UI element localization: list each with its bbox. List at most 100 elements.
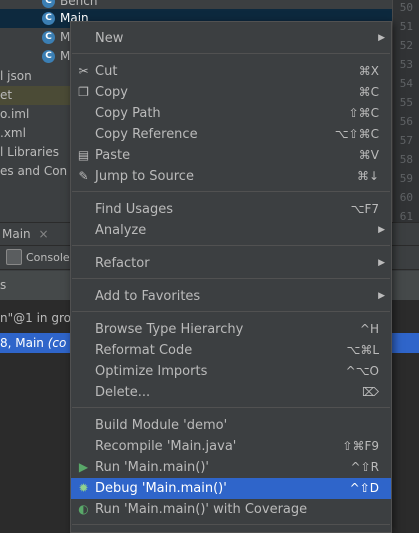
line-number: 58	[399, 153, 413, 166]
console-label: Console	[26, 251, 70, 264]
debug-icon: ✹	[78, 481, 89, 495]
menu-item-shortcut: ^H	[359, 322, 379, 336]
menu-item-shortcut: ⇧⌘C	[348, 106, 379, 120]
submenu-arrow-icon: ▶	[378, 33, 385, 43]
class-icon: C	[42, 31, 55, 44]
menu-separator	[72, 524, 390, 525]
submenu-arrow-icon: ▶	[378, 225, 385, 235]
menu-item-label: Optimize Imports	[95, 364, 208, 379]
menu-item-label: Reformat Code	[95, 343, 193, 358]
close-icon[interactable]: ×	[38, 227, 48, 241]
menu-item-shortcut: ⌥F7	[350, 202, 379, 216]
menu-item-reformat-code[interactable]: Reformat Code ⌥⌘L	[71, 340, 391, 361]
menu-item-shortcut: ⌘V	[358, 148, 379, 162]
class-icon: C	[42, 12, 55, 25]
menu-item-run-main[interactable]: ▶ Run 'Main.main()' ^⇧R	[71, 457, 391, 478]
line-number: 59	[399, 172, 413, 185]
menu-item-shortcut: ^⇧D	[349, 481, 379, 495]
line-number: 52	[399, 39, 413, 52]
tree-item-label: .xml	[0, 126, 26, 140]
menu-item-copy-path[interactable]: Copy Path ⇧⌘C	[71, 103, 391, 124]
menu-item-paste[interactable]: ▤ Paste ⌘V	[71, 145, 391, 166]
scissors-icon: ✂	[78, 64, 89, 78]
menu-item-cut[interactable]: ✂ Cut ⌘X	[71, 61, 391, 82]
tree-item-file[interactable]: .xml	[0, 124, 26, 143]
menu-separator	[72, 53, 390, 54]
menu-item-refactor[interactable]: Refactor ▶	[71, 253, 391, 274]
tree-item-file[interactable]: o.iml	[0, 105, 29, 124]
menu-item-label: Copy	[95, 85, 128, 100]
menu-item-optimize-imports[interactable]: Optimize Imports ^⌥O	[71, 361, 391, 382]
line-number: 55	[399, 96, 413, 109]
menu-item-shortcut: ^⌥O	[345, 364, 379, 378]
menu-item-label: Build Module 'demo'	[95, 418, 228, 433]
menu-item-label: Debug 'Main.main()'	[95, 481, 227, 496]
console-tab[interactable]: Console	[26, 246, 70, 270]
menu-item-label: Refactor	[95, 256, 150, 271]
menu-item-recompile[interactable]: Recompile 'Main.java' ⇧⌘F9	[71, 436, 391, 457]
line-number: 54	[399, 77, 413, 90]
menu-item-label: Copy Path	[95, 106, 161, 121]
menu-item-shortcut: ⌘↓	[356, 169, 379, 183]
menu-item-label: Paste	[95, 148, 131, 163]
menu-item-new[interactable]: New ▶	[71, 28, 391, 49]
frames-header-label: s	[0, 278, 7, 292]
menu-separator	[72, 311, 390, 312]
paste-icon: ▤	[77, 148, 90, 162]
menu-item-shortcut: ⇧⌘F9	[342, 439, 379, 453]
console-icon	[6, 249, 22, 265]
menu-item-delete[interactable]: Delete... ⌦	[71, 382, 391, 403]
menu-item-label: Analyze	[95, 223, 147, 238]
tab-label: Main	[2, 227, 31, 241]
tree-item-scratches[interactable]: es and Con	[0, 162, 67, 181]
menu-item-debug-main[interactable]: ✹ Debug 'Main.main()' ^⇧D	[71, 478, 391, 499]
menu-item-shortcut: ⌥⇧⌘C	[334, 127, 379, 141]
tree-item-label: et	[0, 88, 13, 102]
pencil-icon: ✎	[78, 169, 89, 183]
menu-item-build-module[interactable]: Build Module 'demo'	[71, 415, 391, 436]
tree-item-file[interactable]: l json	[0, 67, 32, 86]
coverage-icon: ◐	[78, 502, 89, 516]
menu-item-label: Find Usages	[95, 202, 174, 217]
menu-separator	[72, 245, 390, 246]
line-number: 60	[399, 191, 413, 204]
tree-item-file[interactable]: et	[0, 86, 70, 105]
menu-item-label: Copy Reference	[95, 127, 198, 142]
context-menu: New ▶ ✂ Cut ⌘X ❐ Copy ⌘C Copy Path ⇧⌘C C…	[70, 21, 392, 533]
submenu-arrow-icon: ▶	[378, 258, 385, 268]
menu-item-label: Recompile 'Main.java'	[95, 439, 237, 454]
thread-label: n"@1 in gro	[0, 311, 71, 325]
menu-item-add-to-favorites[interactable]: Add to Favorites ▶	[71, 286, 391, 307]
tree-item-libraries[interactable]: l Libraries	[0, 143, 59, 162]
menu-item-label: Cut	[95, 64, 118, 79]
line-number: 56	[399, 115, 413, 128]
tree-item-label: l Libraries	[0, 145, 59, 159]
tree-item-label: l json	[0, 69, 32, 83]
menu-item-label: New	[95, 31, 124, 46]
menu-item-shortcut: ^⇧R	[350, 460, 379, 474]
menu-item-find-usages[interactable]: Find Usages ⌥F7	[71, 199, 391, 220]
line-number: 53	[399, 58, 413, 71]
menu-item-label: Browse Type Hierarchy	[95, 322, 244, 337]
menu-item-label: Jump to Source	[95, 169, 194, 184]
frame-location: (co	[47, 336, 67, 350]
menu-item-label: Run 'Main.main()'	[95, 460, 209, 475]
tree-item-label: o.iml	[0, 107, 30, 121]
tree-item-label: M	[60, 30, 71, 44]
menu-item-copy-reference[interactable]: Copy Reference ⌥⇧⌘C	[71, 124, 391, 145]
menu-item-shortcut: ⌘C	[358, 85, 379, 99]
menu-item-run-with-coverage[interactable]: ◐ Run 'Main.main()' with Coverage	[71, 499, 391, 520]
menu-item-shortcut: ⌥⌘L	[346, 343, 379, 357]
line-number: 57	[399, 134, 413, 147]
menu-item-analyze[interactable]: Analyze ▶	[71, 220, 391, 241]
menu-item-browse-type-hierarchy[interactable]: Browse Type Hierarchy ^H	[71, 319, 391, 340]
copy-icon: ❐	[78, 85, 89, 99]
menu-separator	[72, 278, 390, 279]
menu-item-jump-to-source[interactable]: ✎ Jump to Source ⌘↓	[71, 166, 391, 187]
tab-main[interactable]: Main ×	[0, 223, 49, 245]
menu-item-copy[interactable]: ❐ Copy ⌘C	[71, 82, 391, 103]
menu-item-label: Add to Favorites	[95, 289, 201, 304]
tree-item-label: M	[60, 49, 71, 63]
menu-separator	[72, 191, 390, 192]
tree-item-label: es and Con	[0, 164, 68, 178]
